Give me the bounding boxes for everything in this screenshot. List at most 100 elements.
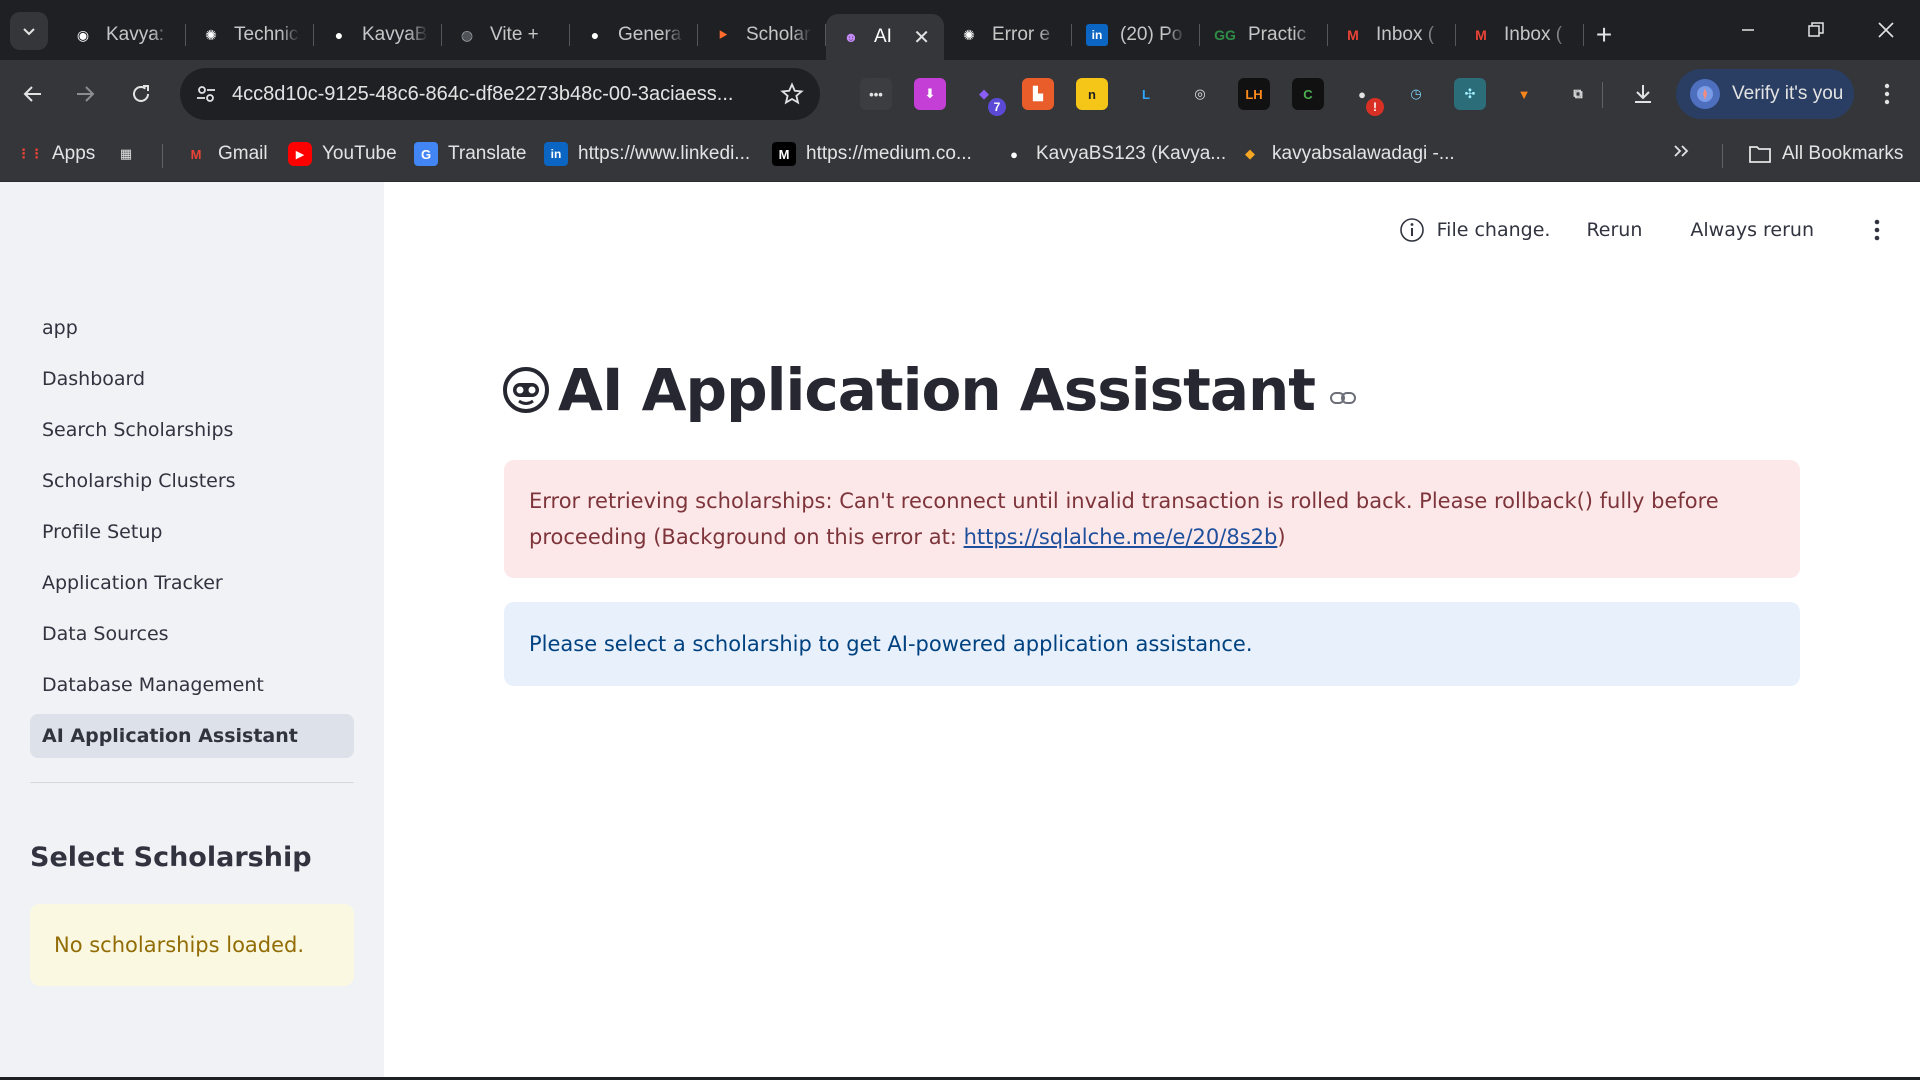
new-tab-button[interactable]: + [1584, 14, 1624, 56]
browser-tab[interactable]: M Inbox ( [1328, 14, 1456, 56]
browser-tab[interactable]: M Inbox ( [1456, 14, 1584, 56]
hackerrank-icon: ◆ [1245, 146, 1255, 161]
bookmark-item[interactable]: ⋮⋮ Apps [17, 142, 96, 166]
streamlit-icon: ⯈ [717, 26, 729, 43]
github-icon: ● [334, 27, 344, 43]
globe-icon: ◍ [460, 26, 474, 43]
close-tab-icon[interactable]: ✕ [913, 25, 930, 50]
lighthouse-extension-icon[interactable]: LH [1238, 78, 1270, 110]
browser-tab[interactable]: ✺ Technic [186, 14, 314, 56]
all-bookmarks-label: All Bookmarks [1782, 143, 1904, 164]
browser-tab[interactable]: ⯈ Scholar [698, 14, 826, 56]
bookmark-item[interactable]: ▦ [114, 142, 148, 166]
download-arrow-extension-icon[interactable]: ⬇ [914, 78, 946, 110]
bookmark-item[interactable]: ● KavyaBS123 (Kavya... [1002, 142, 1226, 166]
browser-toolbar: 4cc8d10c-9125-48c6-864c-df8e2273b48c-00-… [0, 60, 1920, 128]
bookmark-label: https://www.linkedi... [578, 143, 751, 164]
file-change-status: File change. [1399, 217, 1550, 243]
puzzle-extension-icon[interactable]: ⧉ [1562, 78, 1594, 110]
error-docs-link[interactable]: https://sqlalche.me/e/20/8s2b [964, 525, 1278, 549]
extension-badge: 7 [988, 98, 1006, 116]
sidebar-nav-label: AI Application Assistant [42, 725, 298, 747]
bookmarks-overflow-button[interactable] [1672, 142, 1690, 160]
geeksforgeeks-icon: GG [1214, 27, 1236, 43]
bookmark-star-button[interactable] [764, 82, 820, 106]
dots-extension-icon[interactable]: ••• [860, 78, 892, 110]
scholar-extension-icon[interactable]: n [1076, 78, 1108, 110]
reload-button[interactable] [122, 75, 160, 113]
sidebar-nav-item[interactable]: Database Management [30, 659, 354, 710]
restore-button[interactable] [1782, 0, 1850, 60]
link-anchor-icon[interactable] [1329, 390, 1357, 406]
network-extension-icon[interactable]: ✣ [1454, 78, 1486, 110]
tab-search-button[interactable] [10, 12, 48, 50]
sidebar-nav-label: Data Sources [42, 622, 169, 645]
select-scholarship-heading: Select Scholarship [30, 842, 312, 873]
sidebar-nav-item[interactable]: AI Application Assistant [30, 714, 354, 758]
l-extension-icon[interactable]: L [1130, 78, 1162, 110]
url-text[interactable]: 4cc8d10c-9125-48c6-864c-df8e2273b48c-00-… [232, 83, 764, 106]
github-alert-extension-icon[interactable]: ●! [1346, 78, 1384, 116]
sidebar-nav-item[interactable]: Profile Setup [30, 506, 354, 557]
address-bar[interactable]: 4cc8d10c-9125-48c6-864c-df8e2273b48c-00-… [180, 68, 820, 120]
sidebar-nav-item[interactable]: Data Sources [30, 608, 354, 659]
info-message: Please select a scholarship to get AI-po… [529, 632, 1253, 656]
browser-tab[interactable]: ☻ AI ✕ [826, 14, 944, 60]
bookmark-item[interactable]: in https://www.linkedi... [544, 142, 750, 166]
verify-profile-button[interactable]: Verify it's you [1676, 69, 1854, 119]
castle-extension-icon[interactable]: ▙ [1022, 78, 1054, 110]
bookmark-item[interactable]: ▶ YouTube [288, 142, 397, 166]
bookmark-item[interactable]: ◆ kavyabsalawadagi -... [1238, 142, 1455, 166]
browser-tab[interactable]: ● KavyaB [314, 14, 442, 56]
bookmarks-divider [162, 144, 163, 168]
tab-title: Vite + [490, 24, 539, 45]
grid-icon: ▦ [119, 146, 133, 161]
plus-icon: + [1595, 19, 1613, 50]
browser-menu-button[interactable] [1868, 75, 1906, 113]
close-icon [1878, 22, 1894, 38]
browser-tab[interactable]: ◉ Kavya: [58, 14, 186, 56]
download-icon [1635, 85, 1651, 103]
shapes-extension-icon[interactable]: ◆ 7 [968, 78, 1006, 116]
close-window-button[interactable] [1852, 0, 1920, 60]
restore-icon [1808, 22, 1824, 37]
app-menu-button[interactable] [1862, 219, 1892, 241]
forward-button[interactable] [66, 75, 104, 113]
bookmark-label: Apps [52, 143, 96, 164]
back-button[interactable] [14, 75, 52, 113]
browser-tab[interactable]: GG Practic [1200, 14, 1328, 56]
sidebar-nav-item[interactable]: Dashboard [30, 353, 354, 404]
site-info-button[interactable] [180, 83, 232, 105]
bookmark-item[interactable]: Mhttps://medium.co... [772, 142, 972, 166]
browser-tab[interactable]: ◍ Vite + [442, 14, 570, 56]
sidebar-nav-item[interactable]: Application Tracker [30, 557, 354, 608]
sidebar-nav-item[interactable]: Scholarship Clusters [30, 455, 354, 506]
fox-extension-icon[interactable]: ▼ [1508, 78, 1540, 110]
gmail-icon: M [1475, 27, 1487, 43]
always-rerun-button[interactable]: Always rerun [1690, 219, 1814, 241]
bookmark-item[interactable]: G Translate [414, 142, 527, 166]
bookmark-item[interactable]: M Gmail [184, 142, 268, 166]
linkedin-icon: in [1086, 24, 1108, 46]
minimize-button[interactable] [1714, 0, 1782, 60]
rerun-button[interactable]: Rerun [1586, 219, 1642, 241]
clock-extension-icon[interactable]: ◷ [1400, 78, 1432, 110]
sidebar-nav-item[interactable]: Search Scholarships [30, 404, 354, 455]
leetcode-extension-icon[interactable]: C [1292, 78, 1324, 110]
sidebar-nav-label: Database Management [42, 673, 264, 696]
gmail-icon: M [190, 146, 202, 162]
browser-tab[interactable]: in (20) Po [1072, 14, 1200, 56]
downloads-button[interactable] [1624, 75, 1662, 113]
minimize-icon [1742, 29, 1754, 31]
sidebar-nav-item[interactable]: app [30, 302, 354, 353]
tab-title: Kavya: [106, 24, 165, 45]
bookmark-label: YouTube [322, 143, 397, 164]
tab-strip: ◉ Kavya: ✺ Technic ● KavyaB ◍ Vite + ● Genera ⯈ S… [58, 10, 1624, 60]
tab-title: Practic [1248, 24, 1307, 45]
all-bookmarks-button[interactable]: All Bookmarks [1748, 142, 1903, 166]
no-scholarships-warning: No scholarships loaded. [30, 904, 354, 986]
browser-tab[interactable]: ✺ Error e [944, 14, 1072, 56]
browser-tab[interactable]: ● Genera [570, 14, 698, 56]
info-icon [1399, 218, 1424, 242]
target-extension-icon[interactable]: ◎ [1184, 78, 1216, 110]
